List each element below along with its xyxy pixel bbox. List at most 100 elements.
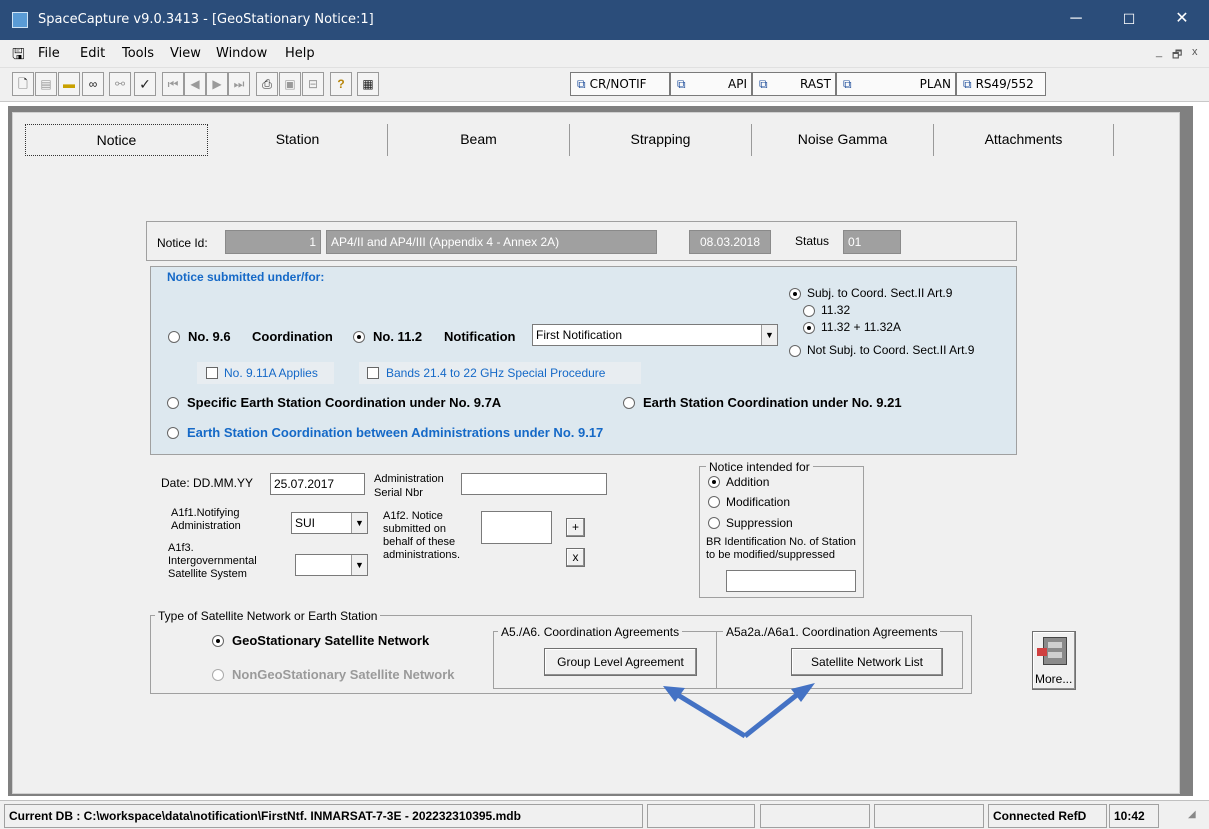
es-917-label: Earth Station Coordination between Admin… — [187, 425, 604, 440]
open-db-icon[interactable]: ▤ — [35, 72, 57, 96]
admin-serial-field[interactable] — [461, 473, 607, 495]
mode-api-label: API — [728, 77, 747, 91]
minimize-button[interactable]: ─ — [1053, 8, 1099, 32]
notifying-admin-select[interactable]: SUI ▼ — [291, 512, 368, 534]
chk-911a-checkbox[interactable] — [206, 367, 218, 379]
mdi-minimize-button[interactable]: _ — [1156, 46, 1162, 58]
resize-grip-icon[interactable]: ◢ — [1188, 809, 1196, 820]
coordination-radio[interactable] — [168, 331, 180, 343]
mode-plan-button[interactable]: ⧉ PLAN — [836, 72, 956, 96]
tab-strapping[interactable]: Strapping — [570, 124, 752, 156]
addition-radio[interactable] — [708, 476, 720, 488]
close-button[interactable]: ✕ — [1159, 8, 1205, 32]
status-connected: Connected RefD — [988, 804, 1107, 828]
chevron-down-icon[interactable]: ▼ — [351, 555, 367, 575]
cabinet-icon — [1037, 637, 1067, 665]
status-field: 01 — [843, 230, 901, 254]
notification-radio[interactable] — [353, 331, 365, 343]
es-921-radio[interactable] — [623, 397, 635, 409]
more-button[interactable]: More... — [1032, 631, 1076, 690]
network-icon[interactable]: ⊟ — [302, 72, 324, 96]
opt-1132-radio[interactable] — [803, 305, 815, 317]
a5a2a-title: A5a2a./A6a1. Coordination Agreements — [723, 625, 941, 639]
br-id-label-2: to be modified/suppressed — [706, 549, 836, 561]
mode-cr-notif-button[interactable]: ⧉ CR/NOTIF — [570, 72, 670, 96]
a1f3-label-1: A1f3. — [168, 542, 194, 554]
prev-record-icon[interactable]: ◀ — [184, 72, 206, 96]
notification-label: Notification — [444, 329, 516, 344]
intergov-system-select[interactable]: ▼ — [295, 554, 368, 576]
remove-admin-button[interactable]: x — [566, 548, 585, 567]
chevron-down-icon[interactable]: ▼ — [761, 325, 777, 345]
mode-rs49-button[interactable]: ⧉ RS49/552 — [956, 72, 1046, 96]
menu-edit[interactable]: Edit — [80, 46, 105, 61]
print-icon[interactable]: ⎙ — [256, 72, 278, 96]
es-917-radio[interactable] — [167, 427, 179, 439]
suppression-radio[interactable] — [708, 517, 720, 529]
admin-serial-label-1: Administration — [374, 473, 444, 485]
satellite-network-list-button[interactable]: Satellite Network List — [791, 648, 943, 676]
tab-notice[interactable]: Notice — [25, 124, 208, 156]
menu-tools[interactable]: Tools — [122, 46, 154, 61]
mode-rast-label: RAST — [799, 77, 831, 91]
br-id-field[interactable] — [726, 570, 856, 592]
menu-view[interactable]: View — [170, 46, 201, 61]
menu-help[interactable]: Help — [285, 46, 315, 61]
mdi-close-button[interactable]: x — [1192, 46, 1198, 58]
first-record-icon[interactable]: ⏮ — [162, 72, 184, 96]
glasses-icon[interactable]: ∞ — [82, 72, 104, 96]
notification-num-label: No. 11.2 — [373, 329, 423, 344]
status-time: 10:42 — [1109, 804, 1159, 828]
opt-1132a-label: 11.32 + 11.32A — [821, 320, 901, 334]
chevron-down-icon[interactable]: ▼ — [351, 513, 367, 533]
notification-type-select[interactable]: First Notification ▼ — [532, 324, 778, 346]
app-menu-icon[interactable]: 🖫 — [12, 44, 25, 69]
on-behalf-list[interactable] — [481, 511, 552, 544]
window-title: SpaceCapture v9.0.3413 - [GeoStationary … — [38, 12, 374, 27]
add-admin-button[interactable]: + — [566, 518, 585, 537]
a1f1-label-1: A1f1.Notifying — [171, 507, 240, 519]
tab-station[interactable]: Station — [208, 124, 388, 156]
specific-es-radio[interactable] — [167, 397, 179, 409]
binoculars-icon[interactable]: ⚯ — [109, 72, 131, 96]
help-icon[interactable]: ? — [330, 72, 352, 96]
menu-file[interactable]: File — [38, 46, 60, 61]
not-subj-coord-radio[interactable] — [789, 345, 801, 357]
suppression-label: Suppression — [726, 516, 793, 530]
mode-api-button[interactable]: ⧉ API — [670, 72, 752, 96]
subj-coord-radio[interactable] — [789, 288, 801, 300]
menu-window[interactable]: Window — [216, 46, 267, 61]
tab-attachments[interactable]: Attachments — [934, 124, 1114, 156]
more-label: More... — [1035, 672, 1073, 686]
notifying-admin-value: SUI — [295, 516, 316, 530]
maximize-button[interactable]: ☐ — [1106, 8, 1152, 32]
group-level-agreement-button[interactable]: Group Level Agreement — [544, 648, 697, 676]
status-panel-empty-1 — [647, 804, 755, 828]
intended-title: Notice intended for — [706, 460, 813, 474]
check-icon[interactable]: ✓ — [134, 72, 156, 96]
new-icon[interactable]: 🗋 — [12, 72, 34, 96]
mdi-restore-button[interactable]: 🗗 — [1172, 46, 1182, 65]
window-icon[interactable]: ▦ — [357, 72, 379, 96]
br-id-label-1: BR Identification No. of Station — [706, 536, 856, 548]
opt-1132a-radio[interactable] — [803, 322, 815, 334]
folder-icon[interactable]: ▬ — [58, 72, 80, 96]
next-record-icon[interactable]: ▶ — [206, 72, 228, 96]
geo-radio[interactable] — [212, 635, 224, 647]
notice-date-field: 08.03.2018 — [689, 230, 771, 254]
modification-radio[interactable] — [708, 496, 720, 508]
date-field[interactable]: 25.07.2017 — [270, 473, 365, 495]
chk-bands-checkbox[interactable] — [367, 367, 379, 379]
export-icon[interactable]: ▣ — [279, 72, 301, 96]
addition-label: Addition — [726, 475, 770, 489]
a1f2-label-3: behalf of these — [383, 536, 456, 548]
chk-911a-label: No. 9.11A Applies — [224, 366, 318, 380]
tab-beam[interactable]: Beam — [388, 124, 570, 156]
a1f3-label-3: Satellite System — [168, 568, 247, 580]
mode-rast-button[interactable]: ⧉ RAST — [752, 72, 836, 96]
nongeo-radio[interactable] — [212, 669, 224, 681]
coordination-label: Coordination — [252, 329, 333, 344]
last-record-icon[interactable]: ⏭ — [228, 72, 250, 96]
tab-noise-gamma[interactable]: Noise Gamma — [752, 124, 934, 156]
notice-id-field: 1 — [225, 230, 321, 254]
